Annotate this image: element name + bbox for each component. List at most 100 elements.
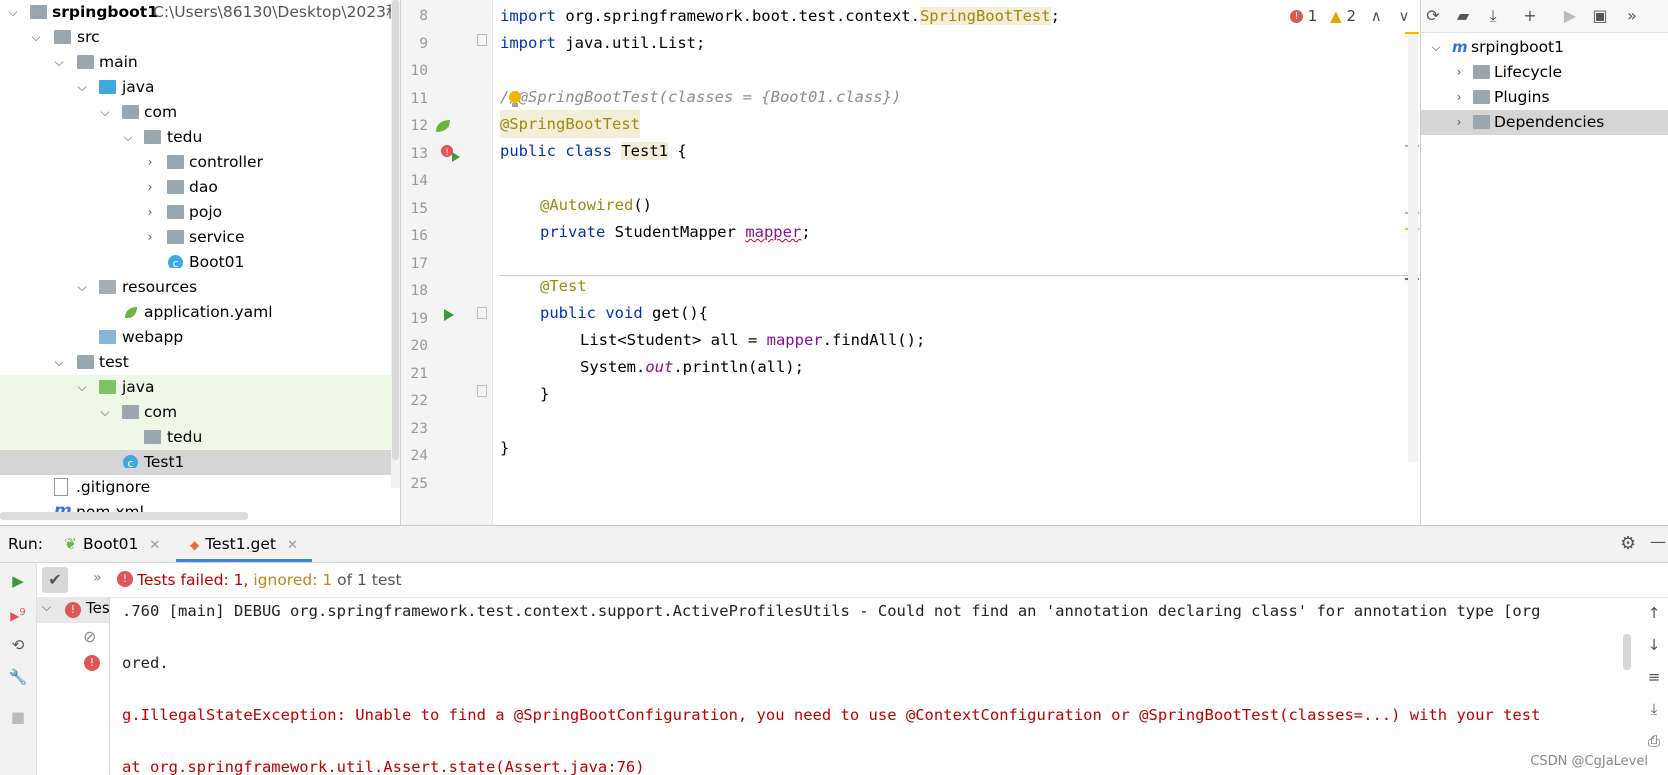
- chevron-down-icon[interactable]: ⌵: [42, 600, 51, 615]
- code-line-13: public class Test1 {: [500, 142, 687, 160]
- package-icon: [144, 130, 161, 144]
- fold-icon[interactable]: [477, 307, 487, 319]
- tree-item-java[interactable]: ⌵ java: [0, 75, 392, 100]
- tree-item-service[interactable]: › service: [0, 225, 392, 250]
- errors-count: 1: [1307, 7, 1318, 25]
- editor-scrollbar[interactable]: [1408, 34, 1418, 462]
- line-number: 9: [419, 35, 428, 52]
- tree-item-boot01[interactable]: c Boot01: [0, 250, 392, 275]
- expand-icon[interactable]: »: [93, 570, 102, 586]
- up-arrow-icon[interactable]: ↑: [1644, 603, 1664, 623]
- scroll-to-end-icon[interactable]: ⤓: [1644, 699, 1664, 719]
- maven-item-plugins[interactable]: › Plugins: [1421, 85, 1668, 110]
- tree-item-test-com[interactable]: ⌵ com: [0, 400, 392, 425]
- soft-wrap-icon[interactable]: ≡: [1644, 667, 1664, 687]
- code-line-11: //@SpringBootTest(classes = {Boot01.clas…: [500, 88, 902, 106]
- run-icon[interactable]: [442, 307, 456, 323]
- run-left-toolbar: ▶ ▶9 ⟲ 🔧 ■: [0, 563, 37, 775]
- console-output[interactable]: .760 [main] DEBUG org.springframework.te…: [118, 597, 1638, 775]
- maven-toolbar: ⟳ ▰ ⤓ + ▶ ▣ »: [1421, 0, 1668, 33]
- tree-scrollbar[interactable]: [391, 0, 400, 488]
- line-number: 11: [410, 90, 428, 107]
- chevron-right-icon[interactable]: ›: [1452, 110, 1466, 135]
- tab-test1-get[interactable]: ◆ Test1.get ✕: [176, 526, 312, 562]
- close-icon[interactable]: ✕: [287, 538, 298, 553]
- tree-item-test-tedu[interactable]: tedu: [0, 425, 392, 450]
- execute-goal-icon[interactable]: ▣: [1589, 5, 1611, 27]
- chevron-down-icon[interactable]: ⌵: [52, 350, 66, 375]
- tab-boot01[interactable]: ❦ Boot01 ✕: [64, 526, 160, 562]
- tree-item-test-java[interactable]: ⌵ java: [0, 375, 392, 400]
- chevron-right-icon[interactable]: ›: [143, 200, 157, 225]
- yaml-file-icon: [125, 307, 137, 318]
- down-arrow-icon[interactable]: ↓: [1644, 635, 1664, 655]
- minimize-icon[interactable]: —: [1650, 532, 1666, 551]
- tree-item-pojo[interactable]: › pojo: [0, 200, 392, 225]
- tree-item-gitignore[interactable]: .gitignore: [0, 475, 392, 500]
- tree-item-dao[interactable]: › dao: [0, 175, 392, 200]
- tree-item-application-yaml[interactable]: application.yaml: [0, 300, 392, 325]
- maven-root[interactable]: ⌵ m srpingboot1: [1421, 35, 1668, 60]
- download-icon[interactable]: ⤓: [1482, 5, 1504, 27]
- tree-item-controller[interactable]: › controller: [0, 150, 392, 175]
- prev-highlight-icon[interactable]: ∧: [1371, 7, 1382, 25]
- tree-item-resources[interactable]: ⌵ resources: [0, 275, 392, 300]
- chevron-down-icon[interactable]: ⌵: [98, 400, 112, 425]
- inspection-widget[interactable]: ! 1 ▲ 2 ∧ ∨: [1290, 4, 1410, 28]
- tree-item-com[interactable]: ⌵ com: [0, 100, 392, 125]
- next-highlight-icon[interactable]: ∨: [1399, 7, 1410, 25]
- tree-root[interactable]: ⌵ srpingboot1 C:\Users\86130\Desktop\202…: [0, 0, 400, 25]
- run-icon[interactable]: ▶: [1559, 5, 1581, 27]
- stop-icon[interactable]: ■: [8, 707, 28, 727]
- chevron-right-icon[interactable]: ›: [143, 225, 157, 250]
- tree-item-test[interactable]: ⌵ test: [0, 350, 392, 375]
- fold-icon[interactable]: [477, 385, 487, 397]
- bulb-icon[interactable]: [507, 89, 523, 109]
- watermark: CSDN @CgJaLevel: [1530, 754, 1648, 769]
- chevron-down-icon[interactable]: ⌵: [75, 275, 89, 300]
- chevron-down-icon[interactable]: ⌵: [6, 0, 20, 25]
- reload-icon[interactable]: ⟳: [1422, 5, 1444, 27]
- chevron-down-icon[interactable]: ⌵: [1429, 35, 1443, 60]
- spring-class-icon: c: [168, 255, 183, 268]
- chevron-right-icon[interactable]: ›: [143, 175, 157, 200]
- print-icon[interactable]: ⎙: [1644, 731, 1664, 751]
- line-number: 25: [410, 475, 428, 492]
- chevron-down-icon[interactable]: ⌵: [52, 50, 66, 75]
- rerun-failed-icon[interactable]: ▶9: [8, 603, 28, 623]
- spring-bean-icon[interactable]: [434, 118, 452, 134]
- chevron-down-icon[interactable]: ⌵: [75, 375, 89, 400]
- chevron-right-icon[interactable]: ›: [1452, 60, 1466, 85]
- maven-item-lifecycle[interactable]: › Lifecycle: [1421, 60, 1668, 85]
- fold-icon[interactable]: [477, 34, 487, 46]
- code-content[interactable]: import org.springframework.boot.test.con…: [492, 0, 1408, 525]
- chevron-down-icon[interactable]: ⌵: [75, 75, 89, 100]
- run-test-error-icon[interactable]: !: [440, 144, 462, 164]
- close-icon[interactable]: ✕: [149, 538, 160, 553]
- chevron-right-icon[interactable]: ›: [1452, 85, 1466, 110]
- failed-badge: 9: [19, 607, 26, 618]
- more-icon[interactable]: »: [1621, 5, 1643, 27]
- web-folder-icon: [99, 330, 116, 344]
- console-scrollbar[interactable]: [1623, 634, 1631, 670]
- add-icon[interactable]: +: [1519, 5, 1541, 27]
- tree-item-webapp[interactable]: webapp: [0, 325, 392, 350]
- maven-item-dependencies[interactable]: › Dependencies: [1421, 110, 1668, 135]
- wrench-icon[interactable]: 🔧: [8, 667, 28, 687]
- chevron-right-icon[interactable]: ›: [143, 150, 157, 175]
- rerun-icon[interactable]: ▶: [8, 571, 28, 591]
- show-passed-icon[interactable]: ✔: [42, 567, 68, 593]
- gear-icon[interactable]: ⚙: [1620, 533, 1636, 554]
- console-line: ored.: [122, 654, 169, 672]
- chevron-down-icon[interactable]: ⌵: [29, 25, 43, 50]
- chevron-down-icon[interactable]: ⌵: [98, 100, 112, 125]
- tree-item-src[interactable]: ⌵ src: [0, 25, 392, 50]
- tree-item-tedu[interactable]: ⌵ tedu: [0, 125, 392, 150]
- test-tree-row[interactable]: ⌵ ! Tes: [37, 597, 110, 623]
- generate-sources-icon[interactable]: ▰: [1452, 5, 1474, 27]
- toggle-auto-test-icon[interactable]: ⟲: [8, 635, 28, 655]
- tree-item-test1[interactable]: c Test1: [0, 450, 392, 475]
- chevron-down-icon[interactable]: ⌵: [121, 125, 135, 150]
- tree-item-main[interactable]: ⌵ main: [0, 50, 392, 75]
- tree-horizontal-scrollbar[interactable]: [0, 512, 248, 520]
